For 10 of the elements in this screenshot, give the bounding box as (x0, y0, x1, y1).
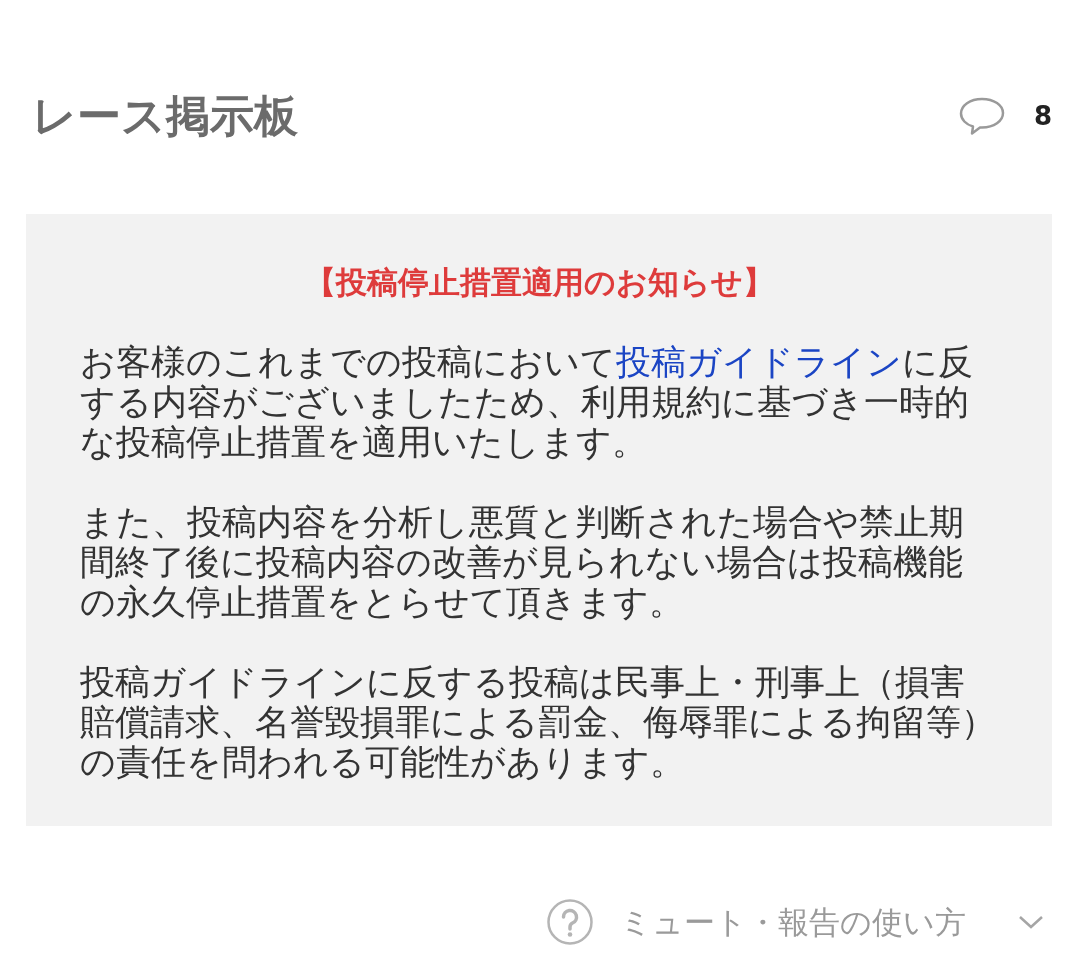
comment-icon (957, 96, 1006, 136)
chevron-icon (1018, 914, 1044, 930)
notice-title: 【投稿停止措置適用のお知らせ】 (303, 263, 775, 302)
notice-paragraph: 投稿ガイドラインに反する投稿は民事上・刑事上（損害賠償請求、名誉毀損罪による罰金、侮辱罪による拘留等）の責任を問われる可能性があります。 (80, 662, 997, 782)
comment-count: 8 (1033, 99, 1052, 133)
guideline-link[interactable]: 投稿ガイドライン (616, 342, 902, 382)
notice-paragraph: お客様のこれまでの投稿において投稿ガイドラインに反する内容がございましたため、利用規約に基づき一時的な投稿停止措置を適用いたします。 (80, 342, 974, 462)
board-title: レース掲示板 (32, 89, 298, 143)
notice-paragraph: また、投稿内容を分析し悪質と判断された場合や禁止期間終了後に投稿内容の改善が見られない場合は投稿機能の永久停止措置をとらせて頂きます。 (80, 502, 965, 622)
help-icon (546, 898, 594, 946)
